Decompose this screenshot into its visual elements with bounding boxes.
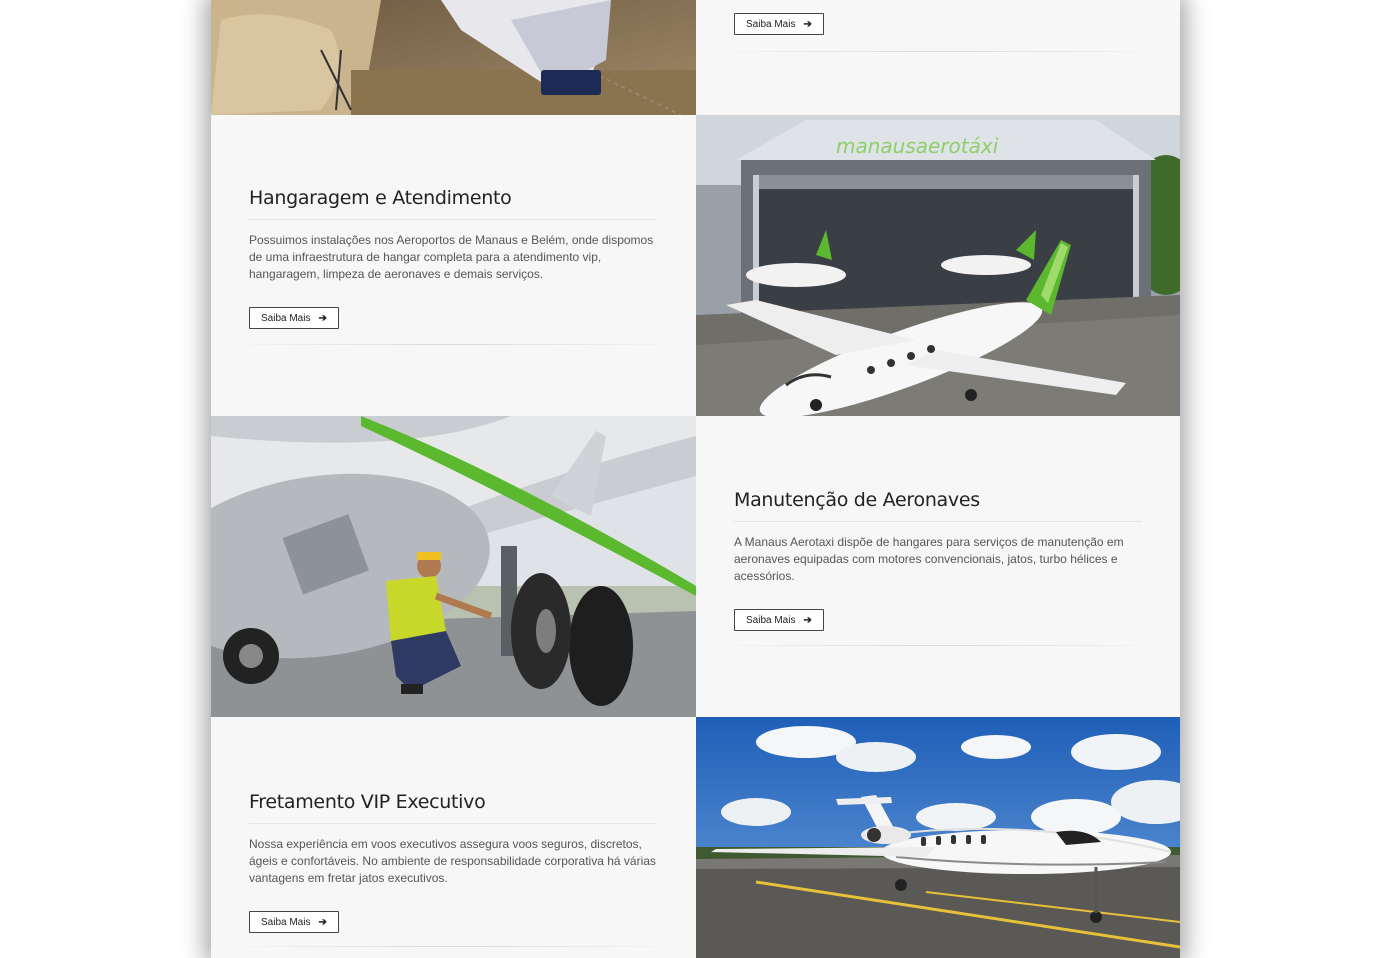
maintenance-image <box>211 416 696 717</box>
saiba-mais-button[interactable]: Saiba Mais ➔ <box>249 911 339 933</box>
services-page: Saiba Mais ➔ Hangaragem e Atendimento Po… <box>211 0 1180 958</box>
saiba-mais-button[interactable]: Saiba Mais ➔ <box>734 609 824 631</box>
hangar-image: manausaerotáxi <box>696 115 1180 416</box>
executive-jet-image <box>696 717 1180 958</box>
service-description: Possuimos instalações nos Aeroportos de … <box>249 233 654 281</box>
service-row-charter: Fretamento VIP Executivo Nossa experiênc… <box>211 717 1180 958</box>
service-title: Manutenção de Aeronaves <box>734 489 1142 522</box>
service-title: Hangaragem e Atendimento <box>249 187 657 220</box>
arrow-right-icon: ➔ <box>318 916 327 928</box>
service-text-hangar: Hangaragem e Atendimento Possuimos insta… <box>211 115 696 416</box>
service-row-top: Saiba Mais ➔ <box>211 0 1180 115</box>
divider <box>734 51 1142 52</box>
divider <box>249 946 657 947</box>
service-title: Fretamento VIP Executivo <box>249 791 657 824</box>
service-text-maintenance: Manutenção de Aeronaves A Manaus Aerotax… <box>696 416 1180 717</box>
hangar-sign: manausaerotáxi <box>836 134 999 158</box>
service-description: Nossa experiência em voos executivos ass… <box>249 837 656 885</box>
divider <box>249 344 657 345</box>
divider <box>734 645 1142 646</box>
service-row-hangar: Hangaragem e Atendimento Possuimos insta… <box>211 115 1180 416</box>
arrow-right-icon: ➔ <box>803 18 812 30</box>
button-label: Saiba Mais <box>746 614 796 626</box>
arrow-right-icon: ➔ <box>803 614 812 626</box>
saiba-mais-button[interactable]: Saiba Mais ➔ <box>734 13 824 35</box>
service-description: A Manaus Aerotaxi dispõe de hangares par… <box>734 535 1124 583</box>
arrow-right-icon: ➔ <box>318 312 327 324</box>
service-text-charter: Fretamento VIP Executivo Nossa experiênc… <box>211 717 696 958</box>
service-text-top: Saiba Mais ➔ <box>696 0 1180 115</box>
saiba-mais-button[interactable]: Saiba Mais ➔ <box>249 307 339 329</box>
button-label: Saiba Mais <box>261 916 311 928</box>
button-label: Saiba Mais <box>261 312 311 324</box>
cabin-seat-image <box>211 0 696 115</box>
service-row-maintenance: Manutenção de Aeronaves A Manaus Aerotax… <box>211 416 1180 717</box>
button-label: Saiba Mais <box>746 18 796 30</box>
